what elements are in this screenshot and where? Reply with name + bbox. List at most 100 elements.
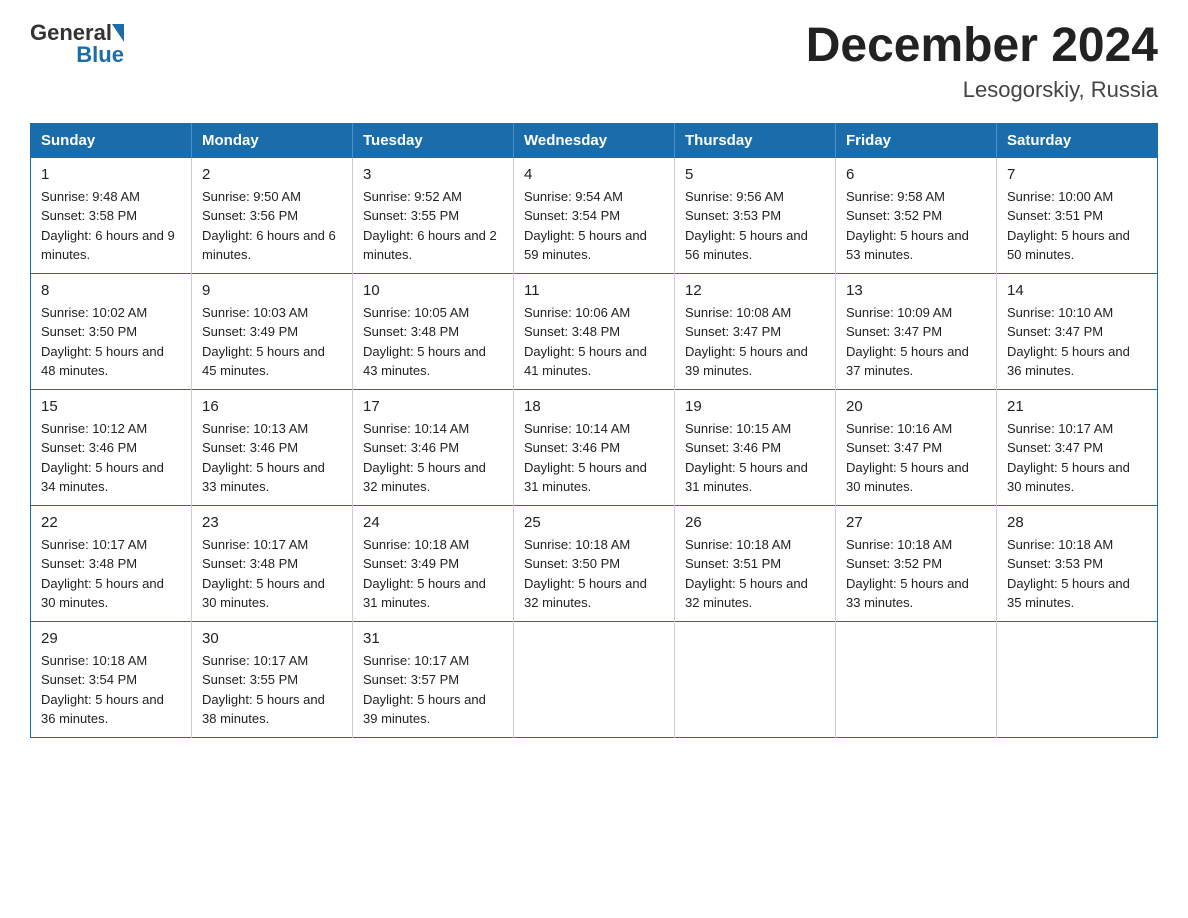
day-info: Sunrise: 9:56 AMSunset: 3:53 PMDaylight:… (685, 187, 825, 265)
day-number: 11 (524, 282, 664, 299)
calendar-cell: 17 Sunrise: 10:14 AMSunset: 3:46 PMDaylig… (353, 389, 514, 505)
calendar-week-4: 22Sunrise: 10:17 AMSunset: 3:48 PMDaylig… (31, 505, 1158, 621)
calendar-cell: 8Sunrise: 10:02 AMSunset: 3:50 PMDayligh… (31, 273, 192, 389)
calendar-cell: 21 Sunrise: 10:17 AMSunset: 3:47 PMDaylig… (997, 389, 1158, 505)
day-info: Sunrise: 10:16 AMSunset: 3:47 PMDaylight… (846, 419, 986, 497)
day-info: Sunrise: 10:09 AMSunset: 3:47 PMDaylight… (846, 303, 986, 381)
day-info: Sunrise: 10:17 AMSunset: 3:48 PMDaylight… (41, 535, 181, 613)
calendar-cell: 13 Sunrise: 10:09 AMSunset: 3:47 PMDaylig… (836, 273, 997, 389)
day-number: 29 (41, 630, 181, 647)
calendar-cell: 19 Sunrise: 10:15 AMSunset: 3:46 PMDaylig… (675, 389, 836, 505)
day-number: 16 (202, 398, 342, 415)
day-number: 6 (846, 166, 986, 183)
calendar-week-2: 8Sunrise: 10:02 AMSunset: 3:50 PMDayligh… (31, 273, 1158, 389)
day-info: Sunrise: 9:54 AMSunset: 3:54 PMDaylight:… (524, 187, 664, 265)
day-info: Sunrise: 10:18 AMSunset: 3:54 PMDaylight… (41, 651, 181, 729)
day-info: Sunrise: 10:13 AMSunset: 3:46 PMDaylight… (202, 419, 342, 497)
day-info: Sunrise: 10:14 AMSunset: 3:46 PMDaylight… (363, 419, 503, 497)
day-info: Sunrise: 10:18 AMSunset: 3:51 PMDaylight… (685, 535, 825, 613)
calendar-cell: 2 Sunrise: 9:50 AMSunset: 3:56 PMDaylight… (192, 157, 353, 273)
day-number: 14 (1007, 282, 1147, 299)
weekday-header-saturday: Saturday (997, 123, 1158, 157)
calendar-cell: 3 Sunrise: 9:52 AMSunset: 3:55 PMDaylight… (353, 157, 514, 273)
day-info: Sunrise: 10:06 AMSunset: 3:48 PMDaylight… (524, 303, 664, 381)
logo: General Blue (30, 20, 124, 68)
calendar-cell: 23Sunrise: 10:17 AMSunset: 3:48 PMDaylig… (192, 505, 353, 621)
calendar-title: December 2024 (806, 20, 1158, 73)
page-header: General Blue December 2024 Lesogorskiy, … (30, 20, 1158, 103)
day-info: Sunrise: 10:18 AMSunset: 3:52 PMDaylight… (846, 535, 986, 613)
day-info: Sunrise: 10:00 AMSunset: 3:51 PMDaylight… (1007, 187, 1147, 265)
weekday-header-thursday: Thursday (675, 123, 836, 157)
calendar-cell: 22Sunrise: 10:17 AMSunset: 3:48 PMDaylig… (31, 505, 192, 621)
weekday-header-friday: Friday (836, 123, 997, 157)
day-number: 31 (363, 630, 503, 647)
weekday-header-wednesday: Wednesday (514, 123, 675, 157)
calendar-cell: 28 Sunrise: 10:18 AMSunset: 3:53 PMDaylig… (997, 505, 1158, 621)
title-block: December 2024 Lesogorskiy, Russia (806, 20, 1158, 103)
day-number: 24 (363, 514, 503, 531)
day-number: 28 (1007, 514, 1147, 531)
day-info: Sunrise: 9:52 AMSunset: 3:55 PMDaylight:… (363, 187, 503, 265)
calendar-cell: 31Sunrise: 10:17 AMSunset: 3:57 PMDaylig… (353, 621, 514, 737)
day-number: 2 (202, 166, 342, 183)
calendar-week-3: 15Sunrise: 10:12 AMSunset: 3:46 PMDaylig… (31, 389, 1158, 505)
day-info: Sunrise: 10:15 AMSunset: 3:46 PMDaylight… (685, 419, 825, 497)
calendar-cell (675, 621, 836, 737)
day-info: Sunrise: 10:18 AMSunset: 3:49 PMDaylight… (363, 535, 503, 613)
calendar-week-1: 1Sunrise: 9:48 AMSunset: 3:58 PMDaylight… (31, 157, 1158, 273)
day-info: Sunrise: 10:08 AMSunset: 3:47 PMDaylight… (685, 303, 825, 381)
calendar-cell: 20 Sunrise: 10:16 AMSunset: 3:47 PMDaylig… (836, 389, 997, 505)
calendar-cell: 14 Sunrise: 10:10 AMSunset: 3:47 PMDaylig… (997, 273, 1158, 389)
weekday-header-monday: Monday (192, 123, 353, 157)
day-number: 15 (41, 398, 181, 415)
day-number: 25 (524, 514, 664, 531)
day-info: Sunrise: 10:18 AMSunset: 3:53 PMDaylight… (1007, 535, 1147, 613)
calendar-cell: 10 Sunrise: 10:05 AMSunset: 3:48 PMDaylig… (353, 273, 514, 389)
day-number: 7 (1007, 166, 1147, 183)
day-number: 17 (363, 398, 503, 415)
calendar-cell (514, 621, 675, 737)
day-number: 1 (41, 166, 181, 183)
calendar-cell: 30 Sunrise: 10:17 AMSunset: 3:55 PMDaylig… (192, 621, 353, 737)
day-info: Sunrise: 10:17 AMSunset: 3:47 PMDaylight… (1007, 419, 1147, 497)
day-info: Sunrise: 10:18 AMSunset: 3:50 PMDaylight… (524, 535, 664, 613)
day-number: 21 (1007, 398, 1147, 415)
calendar-cell: 29 Sunrise: 10:18 AMSunset: 3:54 PMDaylig… (31, 621, 192, 737)
day-info: Sunrise: 10:03 AMSunset: 3:49 PMDaylight… (202, 303, 342, 381)
calendar-cell (997, 621, 1158, 737)
day-number: 13 (846, 282, 986, 299)
calendar-week-5: 29 Sunrise: 10:18 AMSunset: 3:54 PMDaylig… (31, 621, 1158, 737)
calendar-cell: 25 Sunrise: 10:18 AMSunset: 3:50 PMDaylig… (514, 505, 675, 621)
calendar-cell: 16 Sunrise: 10:13 AMSunset: 3:46 PMDaylig… (192, 389, 353, 505)
day-info: Sunrise: 9:58 AMSunset: 3:52 PMDaylight:… (846, 187, 986, 265)
day-number: 4 (524, 166, 664, 183)
day-info: Sunrise: 10:05 AMSunset: 3:48 PMDaylight… (363, 303, 503, 381)
calendar-cell: 6 Sunrise: 9:58 AMSunset: 3:52 PMDaylight… (836, 157, 997, 273)
weekday-header-tuesday: Tuesday (353, 123, 514, 157)
day-number: 19 (685, 398, 825, 415)
day-info: Sunrise: 9:50 AMSunset: 3:56 PMDaylight:… (202, 187, 342, 265)
calendar-cell: 7 Sunrise: 10:00 AMSunset: 3:51 PMDayligh… (997, 157, 1158, 273)
weekday-header-sunday: Sunday (31, 123, 192, 157)
day-info: Sunrise: 10:17 AMSunset: 3:55 PMDaylight… (202, 651, 342, 729)
day-number: 12 (685, 282, 825, 299)
day-number: 27 (846, 514, 986, 531)
day-number: 20 (846, 398, 986, 415)
day-number: 5 (685, 166, 825, 183)
calendar-cell: 5 Sunrise: 9:56 AMSunset: 3:53 PMDaylight… (675, 157, 836, 273)
calendar-cell: 9Sunrise: 10:03 AMSunset: 3:49 PMDayligh… (192, 273, 353, 389)
day-number: 8 (41, 282, 181, 299)
calendar-header-row: SundayMondayTuesdayWednesdayThursdayFrid… (31, 123, 1158, 157)
day-info: Sunrise: 10:10 AMSunset: 3:47 PMDaylight… (1007, 303, 1147, 381)
calendar-cell: 26Sunrise: 10:18 AMSunset: 3:51 PMDaylig… (675, 505, 836, 621)
calendar-cell: 12 Sunrise: 10:08 AMSunset: 3:47 PMDaylig… (675, 273, 836, 389)
day-number: 3 (363, 166, 503, 183)
day-info: Sunrise: 10:17 AMSunset: 3:48 PMDaylight… (202, 535, 342, 613)
calendar-cell: 4 Sunrise: 9:54 AMSunset: 3:54 PMDaylight… (514, 157, 675, 273)
day-number: 30 (202, 630, 342, 647)
calendar-cell: 1Sunrise: 9:48 AMSunset: 3:58 PMDaylight… (31, 157, 192, 273)
logo-arrow-icon (112, 24, 124, 42)
calendar-cell: 24 Sunrise: 10:18 AMSunset: 3:49 PMDaylig… (353, 505, 514, 621)
day-number: 10 (363, 282, 503, 299)
